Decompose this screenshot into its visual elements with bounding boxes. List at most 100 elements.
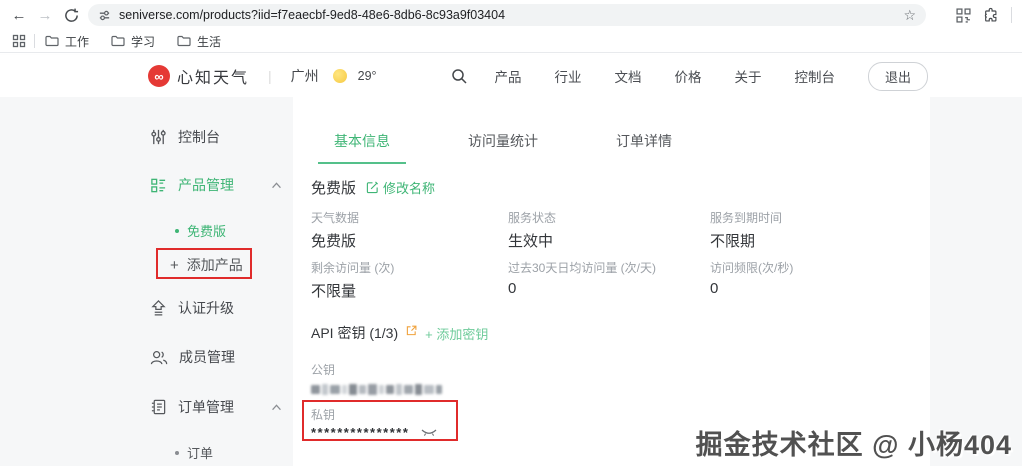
field-value: 生效中 — [508, 233, 554, 250]
upgrade-arrow-icon — [151, 300, 166, 316]
public-key-block: 公钥 — [311, 361, 442, 395]
field-service-status: 服务状态 生效中 — [508, 209, 556, 251]
field-value: 不限量 — [311, 283, 357, 300]
temperature-label: 29° — [357, 69, 377, 83]
external-link-icon[interactable] — [406, 325, 417, 336]
watermark-text: 掘金技术社区 @ 小杨404 — [695, 430, 1012, 460]
private-key-block: 私钥 *************** — [311, 406, 437, 440]
private-key-label: 私钥 — [311, 408, 336, 422]
product-list-icon — [151, 178, 166, 192]
sidebar-item-product-mgmt[interactable]: 产品管理 — [150, 175, 282, 195]
page-background: 控制台 产品管理 免费版 + 添加产品 认证升级 成员管理 订单管理 订单 基本… — [0, 97, 1022, 466]
apps-grid-icon[interactable] — [12, 34, 26, 48]
location-label[interactable]: 广州 — [291, 66, 319, 86]
sidebar-subitem-label: 免费版 — [187, 224, 227, 239]
nav-industry[interactable]: 行业 — [554, 66, 581, 86]
add-key-link[interactable]: + 添加密钥 — [425, 324, 488, 343]
url-bar[interactable]: seniverse.com/products?iid=f7eaecbf-9ed8… — [88, 4, 926, 26]
site-header: ∞ 心知天气 | 广州 29° 产品 行业 文档 价格 关于 控制台 退出 — [0, 55, 1022, 97]
bookmarks-separator — [34, 34, 35, 48]
rename-label: 修改名称 — [383, 181, 436, 196]
sidebar-item-label: 认证升级 — [178, 300, 234, 316]
rename-link[interactable]: 修改名称 — [366, 178, 435, 197]
folder-icon — [45, 35, 59, 47]
bookmark-folder-work[interactable]: 工作 — [45, 33, 89, 50]
sidebar-item-add-product[interactable]: + 添加产品 — [170, 255, 243, 275]
extensions-puzzle-icon[interactable] — [983, 7, 999, 23]
field-label: 剩余访问量 (次) — [311, 261, 395, 275]
private-key-masked-value: *************** — [311, 425, 410, 440]
nav-products[interactable]: 产品 — [494, 66, 521, 86]
header-divider: | — [268, 68, 272, 84]
sidebar-subitem-label: 订单 — [187, 446, 214, 461]
back-icon[interactable]: ← — [6, 7, 32, 24]
toolbar-separator — [1011, 7, 1012, 23]
header-nav: 产品 行业 文档 价格 关于 控制台 — [494, 66, 868, 86]
seniverse-logo-icon[interactable]: ∞ — [148, 65, 170, 87]
sidebar-item-label: 成员管理 — [179, 349, 235, 365]
field-label: 天气数据 — [311, 211, 360, 225]
tab-basic-info[interactable]: 基本信息 — [318, 131, 406, 164]
eye-closed-icon[interactable] — [421, 429, 437, 437]
bookmark-star-icon[interactable]: ☆ — [903, 7, 916, 24]
tab-traffic-stats[interactable]: 访问量统计 — [452, 131, 554, 164]
plus-icon: + — [170, 256, 179, 274]
public-key-masked-value — [311, 384, 442, 395]
search-icon[interactable] — [451, 68, 468, 85]
nav-docs[interactable]: 文档 — [614, 66, 641, 86]
field-label: 服务状态 — [508, 211, 557, 225]
sidebar-item-order-mgmt[interactable]: 订单管理 — [150, 397, 282, 417]
qr-code-icon[interactable] — [956, 7, 971, 23]
field-value: 0 — [710, 280, 719, 297]
screenshot-root: ← → seniverse.com/products?iid=f7eaecbf-… — [0, 0, 1022, 466]
bullet-dot-icon — [175, 450, 179, 455]
logout-button[interactable]: 退出 — [867, 61, 928, 91]
chevron-up-icon[interactable] — [271, 181, 282, 189]
bookmark-folder-life[interactable]: 生活 — [177, 33, 221, 50]
bookmark-folder-study[interactable]: 学习 — [111, 33, 155, 50]
members-icon — [150, 350, 168, 364]
site-settings-icon[interactable] — [98, 9, 111, 22]
folder-icon — [177, 35, 191, 47]
orders-clipboard-icon — [151, 399, 166, 415]
nav-console[interactable]: 控制台 — [794, 66, 835, 86]
nav-about[interactable]: 关于 — [734, 66, 761, 86]
field-value: 不限期 — [710, 233, 756, 250]
url-text[interactable]: seniverse.com/products?iid=f7eaecbf-9ed8… — [119, 8, 895, 22]
bullet-dot-icon — [175, 228, 179, 233]
sidebar-subitem-free-version[interactable]: 免费版 — [175, 221, 226, 240]
sliders-icon — [151, 129, 166, 145]
brand-name[interactable]: 心知天气 — [177, 64, 249, 88]
field-avg-daily-visits: 过去30天日均访问量 (次/天) 0 — [508, 259, 656, 297]
sidebar-subitem-order[interactable]: 订单 — [175, 443, 213, 462]
field-label: 服务到期时间 — [710, 211, 783, 225]
sunny-weather-icon — [332, 69, 347, 83]
bookmark-label: 学习 — [131, 34, 156, 49]
tab-order-details[interactable]: 订单详情 — [600, 131, 688, 164]
edit-pencil-icon — [366, 181, 379, 194]
field-label: 过去30天日均访问量 (次/天) — [508, 261, 657, 275]
sidebar-item-label: 添加产品 — [186, 257, 243, 273]
sidebar-item-member-mgmt[interactable]: 成员管理 — [150, 347, 282, 367]
sidebar-item-label: 控制台 — [178, 129, 220, 145]
chevron-up-icon[interactable] — [271, 403, 282, 411]
nav-pricing[interactable]: 价格 — [674, 66, 701, 86]
tab-bar: 基本信息 访问量统计 订单详情 — [318, 131, 734, 164]
field-value: 0 — [508, 280, 517, 297]
field-value: 免费版 — [311, 233, 357, 250]
refresh-icon[interactable] — [58, 8, 84, 23]
sidebar-item-cert-upgrade[interactable]: 认证升级 — [150, 298, 282, 318]
bookmark-label: 生活 — [197, 34, 222, 49]
api-keys-title: API 密钥 (1/3) — [311, 325, 399, 341]
sidebar-item-label: 订单管理 — [178, 399, 234, 415]
field-remaining-visits: 剩余访问量 (次) 不限量 — [311, 259, 394, 301]
public-key-label: 公钥 — [311, 363, 336, 377]
field-expiry-time: 服务到期时间 不限期 — [710, 209, 782, 251]
field-rate-limit: 访问频限(次/秒) 0 — [710, 259, 793, 297]
forward-icon[interactable]: → — [32, 7, 58, 24]
product-title: 免费版 — [311, 180, 357, 197]
sidebar-item-console[interactable]: 控制台 — [150, 127, 282, 147]
field-weather-data: 天气数据 免费版 — [311, 209, 359, 251]
browser-toolbar: ← → seniverse.com/products?iid=f7eaecbf-… — [0, 0, 1022, 30]
sidebar-item-label: 产品管理 — [178, 177, 234, 193]
